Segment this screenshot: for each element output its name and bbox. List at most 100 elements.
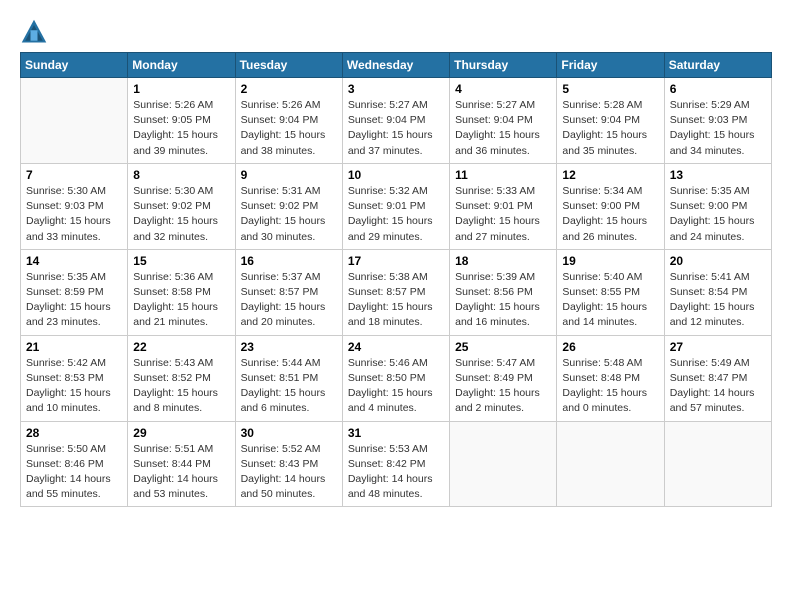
day-info: Sunrise: 5:48 AMSunset: 8:48 PMDaylight:… — [562, 356, 658, 417]
calendar-cell: 19 Sunrise: 5:40 AMSunset: 8:55 PMDayligh… — [557, 249, 664, 335]
day-info: Sunrise: 5:46 AMSunset: 8:50 PMDaylight:… — [348, 356, 444, 417]
day-info: Sunrise: 5:49 AMSunset: 8:47 PMDaylight:… — [670, 356, 766, 417]
calendar-cell: 11 Sunrise: 5:33 AMSunset: 9:01 PMDayligh… — [450, 163, 557, 249]
day-info: Sunrise: 5:42 AMSunset: 8:53 PMDaylight:… — [26, 356, 122, 417]
weekday-header-saturday: Saturday — [664, 53, 771, 78]
day-info: Sunrise: 5:26 AMSunset: 9:04 PMDaylight:… — [241, 98, 337, 159]
calendar-cell: 10 Sunrise: 5:32 AMSunset: 9:01 PMDayligh… — [342, 163, 449, 249]
day-info: Sunrise: 5:31 AMSunset: 9:02 PMDaylight:… — [241, 184, 337, 245]
calendar-cell: 4 Sunrise: 5:27 AMSunset: 9:04 PMDaylight… — [450, 78, 557, 164]
calendar-header-row: SundayMondayTuesdayWednesdayThursdayFrid… — [21, 53, 772, 78]
day-info: Sunrise: 5:32 AMSunset: 9:01 PMDaylight:… — [348, 184, 444, 245]
calendar-cell: 6 Sunrise: 5:29 AMSunset: 9:03 PMDaylight… — [664, 78, 771, 164]
calendar-week-3: 14 Sunrise: 5:35 AMSunset: 8:59 PMDayligh… — [21, 249, 772, 335]
calendar-cell: 29 Sunrise: 5:51 AMSunset: 8:44 PMDayligh… — [128, 421, 235, 507]
calendar-table: SundayMondayTuesdayWednesdayThursdayFrid… — [20, 52, 772, 507]
day-info: Sunrise: 5:28 AMSunset: 9:04 PMDaylight:… — [562, 98, 658, 159]
calendar-cell: 7 Sunrise: 5:30 AMSunset: 9:03 PMDaylight… — [21, 163, 128, 249]
day-number: 2 — [241, 82, 337, 96]
day-info: Sunrise: 5:41 AMSunset: 8:54 PMDaylight:… — [670, 270, 766, 331]
day-number: 17 — [348, 254, 444, 268]
day-number: 21 — [26, 340, 122, 354]
calendar-cell: 20 Sunrise: 5:41 AMSunset: 8:54 PMDayligh… — [664, 249, 771, 335]
day-info: Sunrise: 5:43 AMSunset: 8:52 PMDaylight:… — [133, 356, 229, 417]
calendar-cell: 17 Sunrise: 5:38 AMSunset: 8:57 PMDayligh… — [342, 249, 449, 335]
day-info: Sunrise: 5:35 AMSunset: 8:59 PMDaylight:… — [26, 270, 122, 331]
calendar-week-2: 7 Sunrise: 5:30 AMSunset: 9:03 PMDaylight… — [21, 163, 772, 249]
calendar-cell: 31Sunrise: 5:53 AMSunset: 8:42 PMDayligh… — [342, 421, 449, 507]
day-number: 20 — [670, 254, 766, 268]
calendar-cell: 8 Sunrise: 5:30 AMSunset: 9:02 PMDaylight… — [128, 163, 235, 249]
day-info: Sunrise: 5:30 AMSunset: 9:02 PMDaylight:… — [133, 184, 229, 245]
day-info: Sunrise: 5:47 AMSunset: 8:49 PMDaylight:… — [455, 356, 551, 417]
day-number: 12 — [562, 168, 658, 182]
day-info: Sunrise: 5:37 AMSunset: 8:57 PMDaylight:… — [241, 270, 337, 331]
day-info: Sunrise: 5:52 AMSunset: 8:43 PMDaylight:… — [241, 442, 337, 503]
day-info: Sunrise: 5:26 AMSunset: 9:05 PMDaylight:… — [133, 98, 229, 159]
day-number: 29 — [133, 426, 229, 440]
day-number: 25 — [455, 340, 551, 354]
page: SundayMondayTuesdayWednesdayThursdayFrid… — [0, 0, 792, 517]
day-number: 18 — [455, 254, 551, 268]
calendar-cell: 21 Sunrise: 5:42 AMSunset: 8:53 PMDayligh… — [21, 335, 128, 421]
day-info: Sunrise: 5:38 AMSunset: 8:57 PMDaylight:… — [348, 270, 444, 331]
calendar-cell: 30 Sunrise: 5:52 AMSunset: 8:43 PMDayligh… — [235, 421, 342, 507]
calendar-cell: 25 Sunrise: 5:47 AMSunset: 8:49 PMDayligh… — [450, 335, 557, 421]
calendar-cell: 23 Sunrise: 5:44 AMSunset: 8:51 PMDayligh… — [235, 335, 342, 421]
calendar-cell: 16 Sunrise: 5:37 AMSunset: 8:57 PMDayligh… — [235, 249, 342, 335]
day-info: Sunrise: 5:27 AMSunset: 9:04 PMDaylight:… — [348, 98, 444, 159]
calendar-cell: 12Sunrise: 5:34 AMSunset: 9:00 PMDayligh… — [557, 163, 664, 249]
day-info: Sunrise: 5:30 AMSunset: 9:03 PMDaylight:… — [26, 184, 122, 245]
day-info: Sunrise: 5:35 AMSunset: 9:00 PMDaylight:… — [670, 184, 766, 245]
calendar-cell: 14 Sunrise: 5:35 AMSunset: 8:59 PMDayligh… — [21, 249, 128, 335]
calendar-cell — [450, 421, 557, 507]
day-number: 6 — [670, 82, 766, 96]
calendar-week-4: 21 Sunrise: 5:42 AMSunset: 8:53 PMDayligh… — [21, 335, 772, 421]
day-info: Sunrise: 5:40 AMSunset: 8:55 PMDaylight:… — [562, 270, 658, 331]
day-info: Sunrise: 5:44 AMSunset: 8:51 PMDaylight:… — [241, 356, 337, 417]
day-number: 9 — [241, 168, 337, 182]
day-info: Sunrise: 5:36 AMSunset: 8:58 PMDaylight:… — [133, 270, 229, 331]
day-number: 26 — [562, 340, 658, 354]
day-number: 7 — [26, 168, 122, 182]
weekday-header-tuesday: Tuesday — [235, 53, 342, 78]
day-number: 30 — [241, 426, 337, 440]
calendar-cell: 13Sunrise: 5:35 AMSunset: 9:00 PMDayligh… — [664, 163, 771, 249]
calendar-cell: 1 Sunrise: 5:26 AMSunset: 9:05 PMDaylight… — [128, 78, 235, 164]
day-info: Sunrise: 5:53 AMSunset: 8:42 PMDaylight:… — [348, 442, 444, 503]
day-number: 22 — [133, 340, 229, 354]
day-info: Sunrise: 5:29 AMSunset: 9:03 PMDaylight:… — [670, 98, 766, 159]
day-number: 16 — [241, 254, 337, 268]
day-info: Sunrise: 5:39 AMSunset: 8:56 PMDaylight:… — [455, 270, 551, 331]
weekday-header-sunday: Sunday — [21, 53, 128, 78]
calendar-cell — [21, 78, 128, 164]
day-number: 14 — [26, 254, 122, 268]
calendar-cell: 5Sunrise: 5:28 AMSunset: 9:04 PMDaylight… — [557, 78, 664, 164]
calendar-cell: 22 Sunrise: 5:43 AMSunset: 8:52 PMDayligh… — [128, 335, 235, 421]
day-info: Sunrise: 5:51 AMSunset: 8:44 PMDaylight:… — [133, 442, 229, 503]
day-number: 24 — [348, 340, 444, 354]
calendar-cell: 18 Sunrise: 5:39 AMSunset: 8:56 PMDayligh… — [450, 249, 557, 335]
calendar-cell — [557, 421, 664, 507]
logo-icon — [20, 18, 48, 46]
day-number: 8 — [133, 168, 229, 182]
calendar-cell: 24 Sunrise: 5:46 AMSunset: 8:50 PMDayligh… — [342, 335, 449, 421]
calendar-cell: 2 Sunrise: 5:26 AMSunset: 9:04 PMDaylight… — [235, 78, 342, 164]
day-info: Sunrise: 5:50 AMSunset: 8:46 PMDaylight:… — [26, 442, 122, 503]
calendar-cell: 15Sunrise: 5:36 AMSunset: 8:58 PMDayligh… — [128, 249, 235, 335]
day-info: Sunrise: 5:27 AMSunset: 9:04 PMDaylight:… — [455, 98, 551, 159]
calendar-cell: 26 Sunrise: 5:48 AMSunset: 8:48 PMDayligh… — [557, 335, 664, 421]
day-number: 27 — [670, 340, 766, 354]
calendar-cell — [664, 421, 771, 507]
day-number: 10 — [348, 168, 444, 182]
day-number: 23 — [241, 340, 337, 354]
day-info: Sunrise: 5:33 AMSunset: 9:01 PMDaylight:… — [455, 184, 551, 245]
day-number: 19 — [562, 254, 658, 268]
calendar-week-1: 1 Sunrise: 5:26 AMSunset: 9:05 PMDaylight… — [21, 78, 772, 164]
day-number: 4 — [455, 82, 551, 96]
day-number: 11 — [455, 168, 551, 182]
weekday-header-thursday: Thursday — [450, 53, 557, 78]
day-number: 3 — [348, 82, 444, 96]
day-number: 1 — [133, 82, 229, 96]
header — [20, 18, 772, 46]
